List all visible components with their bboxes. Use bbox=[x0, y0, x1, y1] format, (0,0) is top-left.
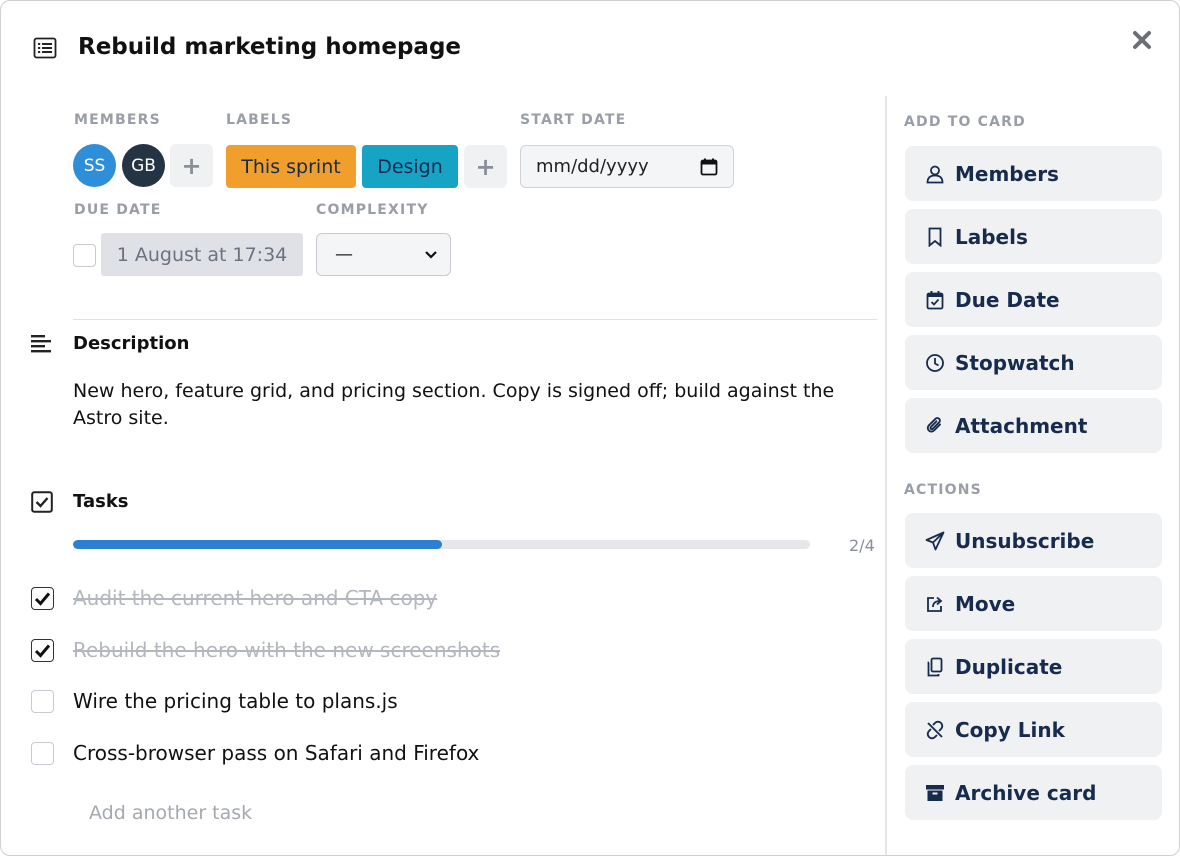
description-text[interactable]: New hero, feature grid, and pricing sect… bbox=[73, 378, 863, 432]
tasks-progress-fill bbox=[73, 540, 442, 549]
complexity-select[interactable]: — bbox=[316, 233, 451, 276]
checkmark-icon bbox=[34, 592, 51, 606]
task-item-text[interactable]: Audit the current hero and CTA copy bbox=[73, 586, 437, 610]
checkmark-icon bbox=[34, 644, 51, 658]
task-checkbox[interactable] bbox=[31, 639, 54, 662]
due-date-button[interactable]: 1 August at 17:34 bbox=[101, 233, 303, 276]
button-label: Due Date bbox=[955, 287, 1060, 312]
share-icon bbox=[925, 594, 945, 614]
archive-card-button[interactable]: Archive card bbox=[905, 765, 1162, 820]
due-date-label: DUE DATE bbox=[74, 202, 162, 218]
add-member-button[interactable]: + bbox=[170, 144, 213, 187]
duplicate-button[interactable]: Duplicate bbox=[905, 639, 1162, 694]
labels-label: LABELS bbox=[226, 112, 293, 128]
start-date-input[interactable]: mm/dd/yyyy bbox=[520, 145, 734, 188]
plus-icon: + bbox=[475, 152, 496, 181]
start-date-placeholder: mm/dd/yyyy bbox=[536, 156, 649, 177]
stopwatch-button[interactable]: Stopwatch bbox=[905, 335, 1162, 390]
card-modal: Rebuild marketing homepage MEMBERS LABEL… bbox=[0, 0, 1180, 856]
task-item-text[interactable]: Wire the pricing table to plans.js bbox=[73, 689, 398, 713]
attachment-button[interactable]: Attachment bbox=[905, 398, 1162, 453]
task-item-text[interactable]: Cross-browser pass on Safari and Firefox bbox=[73, 741, 479, 765]
card-title[interactable]: Rebuild marketing homepage bbox=[78, 34, 461, 60]
button-label: Move bbox=[955, 591, 1016, 616]
sidebar-divider bbox=[885, 96, 887, 855]
label-chip[interactable]: This sprint bbox=[226, 145, 356, 188]
card-details-icon bbox=[33, 37, 57, 59]
add-to-card-label: ADD TO CARD bbox=[904, 114, 1026, 130]
button-label: Unsubscribe bbox=[955, 528, 1095, 553]
unlink-icon bbox=[925, 720, 945, 740]
button-label: Duplicate bbox=[955, 654, 1063, 679]
label-chip[interactable]: Design bbox=[362, 145, 458, 188]
complexity-label: COMPLEXITY bbox=[316, 202, 429, 218]
calendar-check-icon bbox=[925, 290, 945, 310]
tasks-progress-bar bbox=[73, 540, 810, 549]
clock-icon bbox=[925, 353, 945, 373]
add-label-button[interactable]: + bbox=[464, 145, 507, 188]
user-icon bbox=[925, 164, 945, 184]
task-checkbox[interactable] bbox=[31, 742, 54, 765]
button-label: Labels bbox=[955, 224, 1028, 249]
tasks-progress-text: 2/4 bbox=[849, 536, 875, 555]
button-label: Stopwatch bbox=[955, 350, 1075, 375]
calendar-icon[interactable] bbox=[700, 158, 718, 176]
avatar[interactable]: GB bbox=[122, 144, 165, 187]
avatar[interactable]: SS bbox=[73, 144, 116, 187]
due-date-button[interactable]: Due Date bbox=[905, 272, 1162, 327]
paperclip-icon bbox=[925, 416, 945, 436]
close-icon[interactable] bbox=[1129, 27, 1155, 53]
align-left-icon bbox=[31, 335, 51, 353]
due-date-complete-checkbox[interactable] bbox=[73, 244, 96, 267]
task-checkbox[interactable] bbox=[31, 690, 54, 713]
tasks-heading: Tasks bbox=[73, 491, 129, 512]
button-label: Members bbox=[955, 161, 1059, 186]
move-button[interactable]: Move bbox=[905, 576, 1162, 631]
task-item-text[interactable]: Rebuild the hero with the new screenshot… bbox=[73, 638, 500, 662]
start-date-label: START DATE bbox=[520, 112, 627, 128]
add-task-input[interactable]: Add another task bbox=[89, 802, 252, 824]
button-label: Archive card bbox=[955, 780, 1097, 805]
chevron-down-icon bbox=[425, 250, 437, 259]
copy-link-button[interactable]: Copy Link bbox=[905, 702, 1162, 757]
labels-button[interactable]: Labels bbox=[905, 209, 1162, 264]
description-heading: Description bbox=[73, 333, 190, 354]
unsubscribe-button[interactable]: Unsubscribe bbox=[905, 513, 1162, 568]
members-label: MEMBERS bbox=[74, 112, 161, 128]
actions-label: ACTIONS bbox=[904, 482, 982, 498]
section-divider bbox=[73, 319, 877, 320]
checkbox-checked-icon bbox=[31, 491, 53, 513]
bookmark-icon bbox=[925, 227, 945, 247]
plus-icon: + bbox=[181, 151, 202, 180]
button-label: Attachment bbox=[955, 413, 1088, 438]
complexity-value: — bbox=[335, 244, 353, 265]
task-checkbox[interactable] bbox=[31, 587, 54, 610]
archive-icon bbox=[925, 783, 945, 803]
members-button[interactable]: Members bbox=[905, 146, 1162, 201]
copy-icon bbox=[925, 657, 945, 677]
button-label: Copy Link bbox=[955, 717, 1065, 742]
paper-plane-icon bbox=[925, 531, 945, 551]
